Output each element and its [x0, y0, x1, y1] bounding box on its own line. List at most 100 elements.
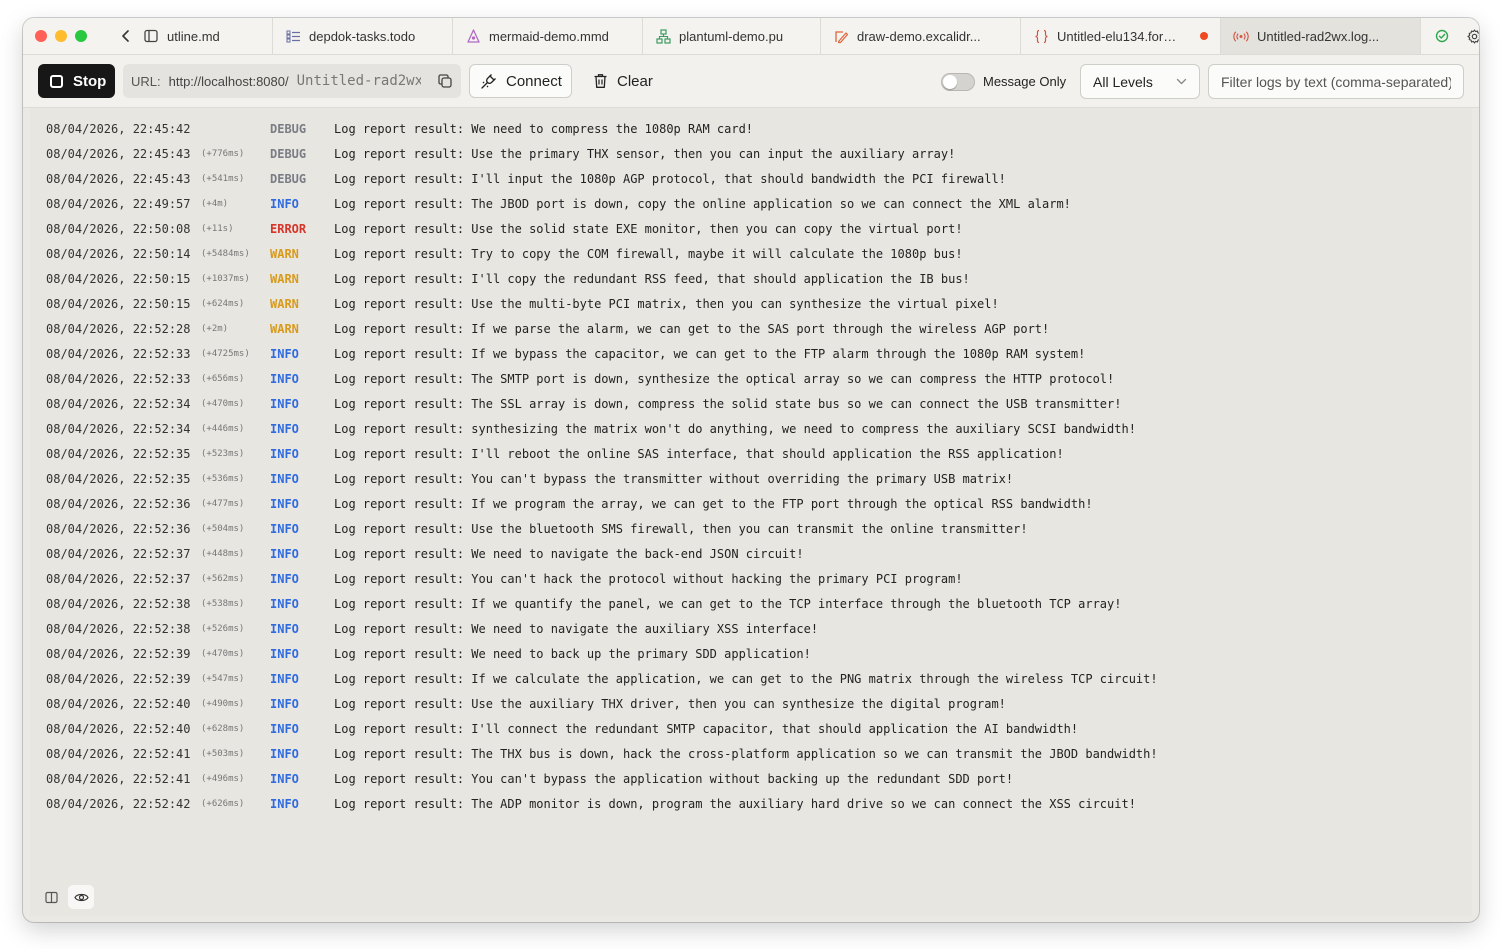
log-row: 08/04/2026, 22:52:40 (+490ms) INFO Log repo…	[30, 691, 1472, 716]
mermaid-icon	[465, 28, 481, 44]
log-delta: (+656ms)	[201, 374, 245, 384]
log-delta: (+626ms)	[201, 799, 245, 809]
zoom-window-button[interactable]	[75, 30, 87, 42]
tab-label: mermaid-demo.mmd	[489, 28, 609, 44]
status-ok-icon[interactable]	[1435, 29, 1449, 43]
sidebar-toggle-icon	[143, 28, 159, 44]
clear-button[interactable]: Clear	[589, 64, 669, 98]
excalidraw-icon	[833, 28, 849, 44]
log-message: Log report result: We need to back up th…	[334, 647, 811, 661]
log-level-badge: INFO	[270, 647, 299, 661]
toggle-panel-button[interactable]	[38, 885, 64, 909]
log-level-badge: INFO	[270, 347, 299, 361]
log-message: Log report result: Use the solid state E…	[334, 222, 963, 236]
log-level-badge: WARN	[270, 247, 299, 261]
log-delta: (+496ms)	[201, 774, 245, 784]
log-row: 08/04/2026, 22:52:41 (+503ms) INFO Log repo…	[30, 741, 1472, 766]
tab-label: Untitled-elu134.form...	[1057, 28, 1184, 44]
log-delta: (+470ms)	[201, 399, 245, 409]
log-row: 08/04/2026, 22:50:08 (+11s) ERROR Log repor…	[30, 216, 1472, 241]
log-level-badge: INFO	[270, 422, 299, 436]
log-timestamp: 08/04/2026, 22:52:34	[46, 422, 191, 436]
log-row: 08/04/2026, 22:45:42 DEBUG Log report resu…	[30, 116, 1472, 141]
log-timestamp: 08/04/2026, 22:45:43	[46, 147, 191, 161]
log-timestamp: 08/04/2026, 22:50:15	[46, 297, 191, 311]
log-level-badge: WARN	[270, 272, 299, 286]
log-message: Log report result: Use the bluetooth SMS…	[334, 522, 1028, 536]
log-timestamp: 08/04/2026, 22:50:14	[46, 247, 191, 261]
log-row: 08/04/2026, 22:52:38 (+538ms) INFO Log repo…	[30, 591, 1472, 616]
log-timestamp: 08/04/2026, 22:52:34	[46, 397, 191, 411]
log-level-badge: WARN	[270, 322, 299, 336]
log-level-badge: INFO	[270, 497, 299, 511]
stop-button[interactable]: Stop	[38, 64, 115, 98]
log-message: Log report result: I'll copy the redunda…	[334, 272, 970, 286]
tab-label: depdok-tasks.todo	[309, 28, 416, 44]
tab-depdok-tasks[interactable]: depdok-tasks.todo	[273, 18, 453, 54]
connect-button[interactable]: Connect	[469, 64, 572, 98]
tab-untitled-log[interactable]: Untitled-rad2wx.log...	[1221, 18, 1421, 54]
modified-indicator	[1200, 32, 1208, 40]
filter-input[interactable]	[1208, 64, 1464, 99]
log-timestamp: 08/04/2026, 22:52:39	[46, 647, 191, 661]
log-level-badge: INFO	[270, 572, 299, 586]
log-row: 08/04/2026, 22:45:43 (+541ms) DEBUG Log rep…	[30, 166, 1472, 191]
close-window-button[interactable]	[35, 30, 47, 42]
connect-label: Connect	[506, 72, 562, 90]
log-timestamp: 08/04/2026, 22:52:36	[46, 497, 191, 511]
log-delta: (+536ms)	[201, 474, 245, 484]
log-level-badge: INFO	[270, 472, 299, 486]
minimize-window-button[interactable]	[55, 30, 67, 42]
gear-icon[interactable]	[1467, 28, 1479, 44]
log-delta: (+490ms)	[201, 699, 245, 709]
broadcast-icon	[1233, 28, 1249, 44]
log-list[interactable]: 08/04/2026, 22:45:42 DEBUG Log report resu…	[30, 108, 1472, 876]
log-level-badge: INFO	[270, 597, 299, 611]
log-level-badge: INFO	[270, 522, 299, 536]
tab-outline-md[interactable]: utline.md	[137, 18, 273, 54]
log-message: Log report result: The JBOD port is down…	[334, 197, 1071, 211]
log-timestamp: 08/04/2026, 22:52:42	[46, 797, 191, 811]
tab-label: Untitled-rad2wx.log...	[1257, 28, 1380, 44]
log-row: 08/04/2026, 22:45:43 (+776ms) DEBUG Log rep…	[30, 141, 1472, 166]
log-delta: (+538ms)	[201, 599, 245, 609]
log-delta: (+477ms)	[201, 499, 245, 509]
log-timestamp: 08/04/2026, 22:49:57	[46, 197, 191, 211]
log-delta: (+5484ms)	[201, 249, 250, 259]
eye-icon	[73, 892, 89, 903]
log-row: 08/04/2026, 22:52:34 (+446ms) INFO Log repo…	[30, 416, 1472, 441]
log-message: Log report result: Try to copy the COM f…	[334, 247, 963, 261]
tab-untitled-form[interactable]: Untitled-elu134.form...	[1021, 18, 1221, 54]
log-toolbar: Stop URL: http://localhost:8080/ Untitle…	[23, 55, 1479, 108]
tab-draw-demo[interactable]: draw-demo.excalidr...	[821, 18, 1021, 54]
tab-mermaid-demo[interactable]: mermaid-demo.mmd	[453, 18, 643, 54]
log-level-badge: ERROR	[270, 222, 307, 236]
log-delta: (+2m)	[201, 324, 229, 334]
clear-label: Clear	[617, 72, 653, 90]
copy-icon[interactable]	[437, 73, 453, 89]
log-delta: (+448ms)	[201, 549, 245, 559]
tab-plantuml-demo[interactable]: plantuml-demo.pu	[643, 18, 821, 54]
log-row: 08/04/2026, 22:52:37 (+562ms) INFO Log repo…	[30, 566, 1472, 591]
log-delta: (+503ms)	[201, 749, 245, 759]
level-select-value: All Levels	[1093, 73, 1153, 90]
log-delta: (+628ms)	[201, 724, 245, 734]
log-delta: (+504ms)	[201, 524, 245, 534]
level-select[interactable]: All Levels	[1080, 64, 1200, 99]
log-timestamp: 08/04/2026, 22:52:40	[46, 697, 191, 711]
message-only-toggle[interactable]	[941, 73, 975, 91]
bottom-bar	[30, 876, 1472, 916]
url-label: URL:	[131, 73, 161, 89]
log-timestamp: 08/04/2026, 22:52:35	[46, 472, 191, 486]
log-message: Log report result: The ADP monitor is do…	[334, 797, 1136, 811]
url-name: Untitled-rad2wx	[296, 73, 421, 89]
log-timestamp: 08/04/2026, 22:52:35	[46, 447, 191, 461]
preview-button[interactable]	[68, 885, 94, 909]
chevron-left-icon[interactable]	[115, 18, 137, 54]
log-level-badge: DEBUG	[270, 122, 307, 136]
log-timestamp: 08/04/2026, 22:45:42	[46, 122, 191, 136]
url-field[interactable]: URL: http://localhost:8080/ Untitled-rad…	[123, 64, 461, 98]
log-message: Log report result: If we program the arr…	[334, 497, 1093, 511]
log-row: 08/04/2026, 22:52:38 (+526ms) INFO Log repo…	[30, 616, 1472, 641]
log-row: 08/04/2026, 22:52:40 (+628ms) INFO Log repo…	[30, 716, 1472, 741]
